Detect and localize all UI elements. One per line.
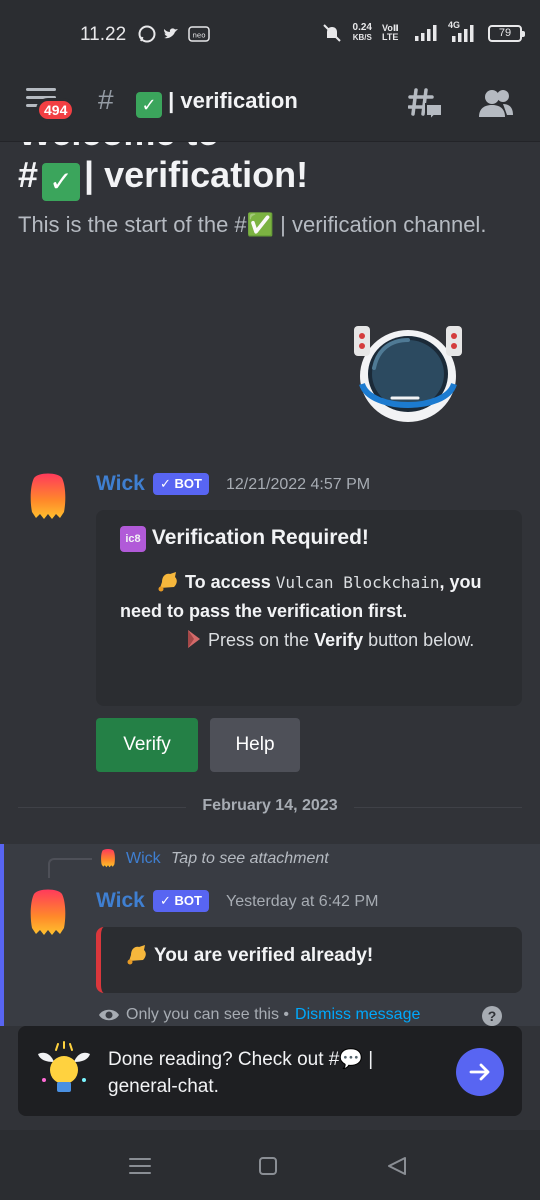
status-bar: 11.22 neo 0.24 KB/S VoⅡ LTE 4G 79 [0,0,540,72]
astronaut-helmet-sticker [354,326,462,422]
status-right-group: 0.24 KB/S VoⅡ LTE 4G 79 [321,21,525,44]
recents-menu-icon[interactable] [128,1156,152,1176]
welcome-subtitle: This is the start of the #✅ | verificati… [18,212,487,237]
signal-icon-1 [415,25,437,41]
unread-badge: 494 [36,98,76,122]
ephemeral-note: Only you can see this • [126,1006,290,1023]
embed-line-1: To access Vulcan Blockchain, you need to… [120,568,510,626]
wick-avatar[interactable] [28,472,68,520]
help-icon[interactable]: ? [482,1006,502,1026]
welcome-channel-name: | verification! [84,154,309,195]
welcome-title: # ✓ | verification! [18,154,308,201]
neo-app-icon: neo [188,26,210,42]
server-name: Vulcan Blockchain [275,573,440,592]
arrow-right-icon [188,630,200,648]
line2-suffix: button below. [368,630,475,650]
bot-tag: ✓ BOT [153,473,209,495]
svg-text:neo: neo [192,32,205,40]
nudge-text: Done reading? Check out #💬 | general-cha… [108,1049,374,1097]
members-icon[interactable] [478,86,514,122]
flying-lightbulb-icon [38,1041,90,1092]
eye-icon [99,1009,119,1021]
symbols-emoji-icon: ic8 [120,526,146,552]
arrow-right-icon [469,1063,490,1081]
channel-name: | verification [168,88,298,113]
threads-icon[interactable] [408,86,444,122]
channel-title[interactable]: ✓ | verification [136,88,298,118]
message-timestamp: Yesterday at 6:42 PM [226,893,379,910]
dismiss-message-link[interactable]: Dismiss message [295,1006,420,1024]
verified-text: You are verified already! [125,943,373,967]
channel-hash-icon: # [98,84,114,115]
ephemeral-note-row: Only you can see this • Dismiss message [98,1006,420,1024]
reply-author[interactable]: Wick [126,850,161,868]
verify-button[interactable]: Verify [96,718,198,772]
reply-avatar [101,849,115,868]
speed-value: 0.24 [352,22,372,33]
reply-connector [48,858,92,878]
embed-line-2: Press on the Verify button below. [120,626,510,655]
bot-tag: ✓ BOT [153,890,209,912]
line2-bold: Verify [314,630,364,650]
volte-label: VoⅡ LTE [382,23,399,42]
line2-prefix: Press on the [208,630,310,650]
reply-preview[interactable]: Tap to see attachment [171,850,329,868]
check-emoji-icon: ✓ [42,163,81,201]
channel-header: 494 # ✓ | verification [0,72,540,142]
message-author[interactable]: Wick [96,472,145,496]
embed-body: To access Vulcan Blockchain, you need to… [120,568,510,655]
verification-embed: ic8 Verification Required! To access Vul… [96,510,522,706]
speed-unit: KB/S [352,33,372,42]
read-nudge-banner[interactable]: Done reading? Check out #💬 | general-cha… [18,1026,522,1116]
embed-title-text: Verification Required! [151,526,369,549]
status-time: 11.22 [80,24,127,45]
welcome-hash: # [18,154,39,195]
network-speed: 0.24 KB/S [353,23,372,43]
system-nav-bar [0,1130,540,1200]
help-button[interactable]: Help [210,718,300,772]
home-icon[interactable] [258,1156,278,1176]
check-emoji-icon: ✓ [136,92,162,118]
message-timestamp: 12/21/2022 4:57 PM [226,476,371,493]
mute-icon [322,24,341,42]
line1-prefix: To access [185,572,271,592]
message-author[interactable]: Wick [96,889,145,913]
wick-avatar[interactable] [28,888,68,936]
battery-icon: 79 [488,24,525,42]
embed-title: ic8 Verification Required! [120,526,369,552]
bell-icon [158,572,177,592]
whatsapp-icon [138,25,156,43]
date-divider-label: February 14, 2023 [186,797,354,815]
twitter-icon [164,28,178,39]
nudge-go-button[interactable] [456,1048,504,1096]
bell-icon [127,945,146,965]
verified-embed: You are verified already! [96,927,522,993]
verified-text-label: You are verified already! [153,945,374,966]
back-icon[interactable] [386,1156,408,1176]
signal-icon-2: 4G [448,21,478,43]
